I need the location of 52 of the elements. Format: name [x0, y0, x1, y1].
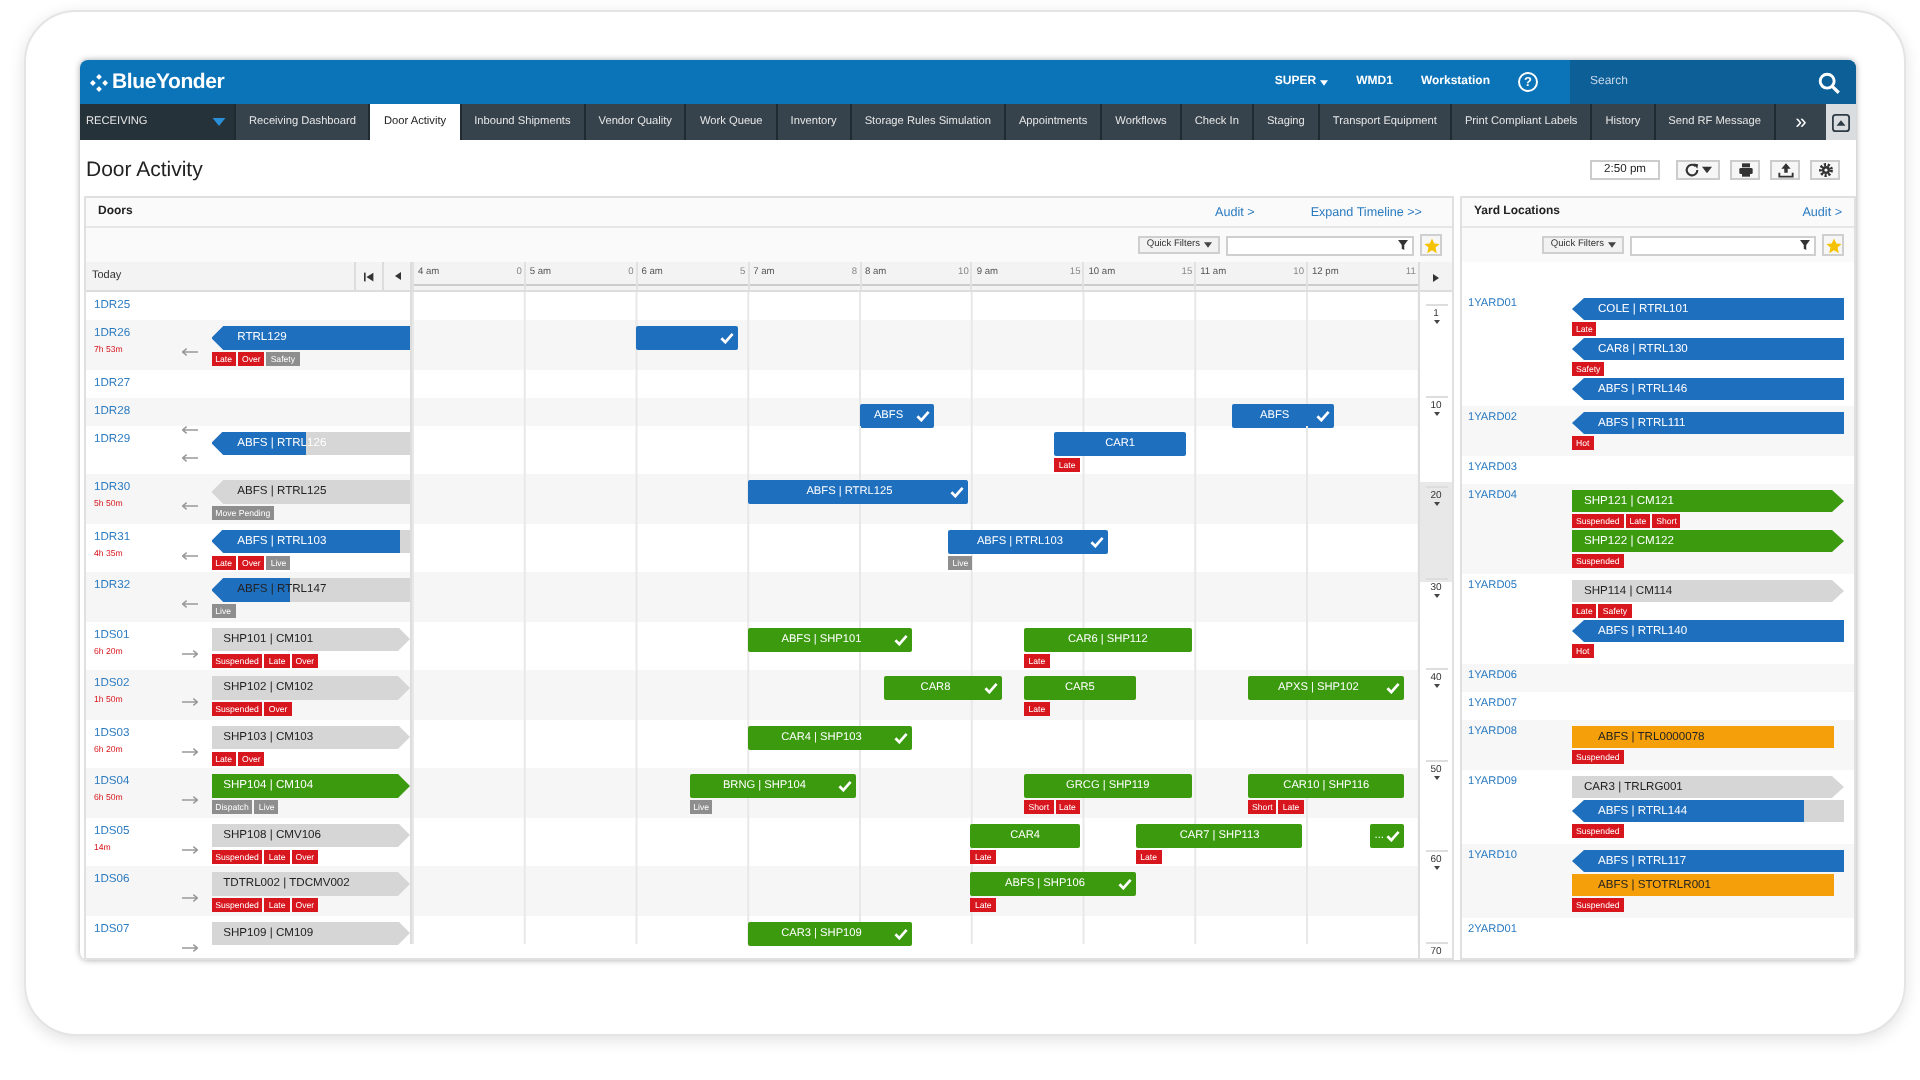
more-tabs-button[interactable]: »: [1773, 104, 1826, 140]
appointment-bar[interactable]: [635, 326, 739, 350]
gear-icon: [1817, 162, 1833, 178]
skip-back-icon: [364, 271, 374, 281]
printer-icon: [1737, 162, 1753, 178]
caret-icon: [1320, 79, 1329, 85]
window-icon: [1831, 113, 1850, 131]
upload-button[interactable]: [1770, 160, 1800, 180]
star-icon: [1825, 237, 1841, 253]
caret-icon: [1433, 775, 1439, 779]
arrow-right-icon: [181, 943, 198, 951]
filter-icon: [1398, 240, 1408, 250]
caret-icon: [212, 118, 226, 126]
print-button[interactable]: [1730, 160, 1760, 180]
arrow-left-icon: [181, 453, 198, 461]
caret-icon: [1433, 320, 1439, 324]
arrow-right-icon: [181, 698, 198, 706]
expand-button[interactable]: [1825, 104, 1856, 140]
arrow-left-icon: [181, 348, 198, 356]
arrow-right-icon: [181, 796, 198, 804]
caret-icon: [1702, 166, 1712, 174]
caret-icon: [1433, 866, 1439, 870]
caret-icon: [1433, 684, 1439, 688]
caret-icon: [1204, 242, 1212, 248]
page-title: Door Activity: [86, 158, 203, 182]
filter-field[interactable]: [1630, 235, 1816, 255]
caret-icon: [1433, 411, 1439, 415]
logo-text: BlueYonder: [112, 70, 225, 94]
caret-icon: [1433, 502, 1439, 506]
settings-button[interactable]: [1810, 160, 1840, 180]
next-icon: [1432, 273, 1440, 281]
caret-icon: [1608, 242, 1616, 248]
arrow-left-icon: [181, 551, 198, 559]
refresh-icon: [1684, 162, 1700, 178]
arrow-right-icon: [181, 845, 198, 853]
arrow-right-icon: [181, 894, 198, 902]
star-icon: [1423, 237, 1439, 253]
search-button[interactable]: [1818, 60, 1856, 104]
search-icon: [1818, 71, 1840, 93]
arrow-left-icon: [181, 425, 198, 433]
previous-icon: [393, 272, 401, 280]
arrow-left-icon: [181, 502, 198, 510]
arrow-right-icon: [181, 649, 198, 657]
arrow-left-icon: [181, 600, 198, 608]
arrow-right-icon: [181, 747, 198, 755]
caret-icon: [1433, 593, 1439, 597]
filter-field[interactable]: [1226, 235, 1414, 255]
refresh-button[interactable]: [1676, 160, 1720, 180]
scroll-thumb[interactable]: [1420, 482, 1452, 582]
logo-icon: [90, 73, 108, 91]
upload-icon: [1777, 162, 1793, 178]
filter-icon: [1800, 240, 1810, 250]
